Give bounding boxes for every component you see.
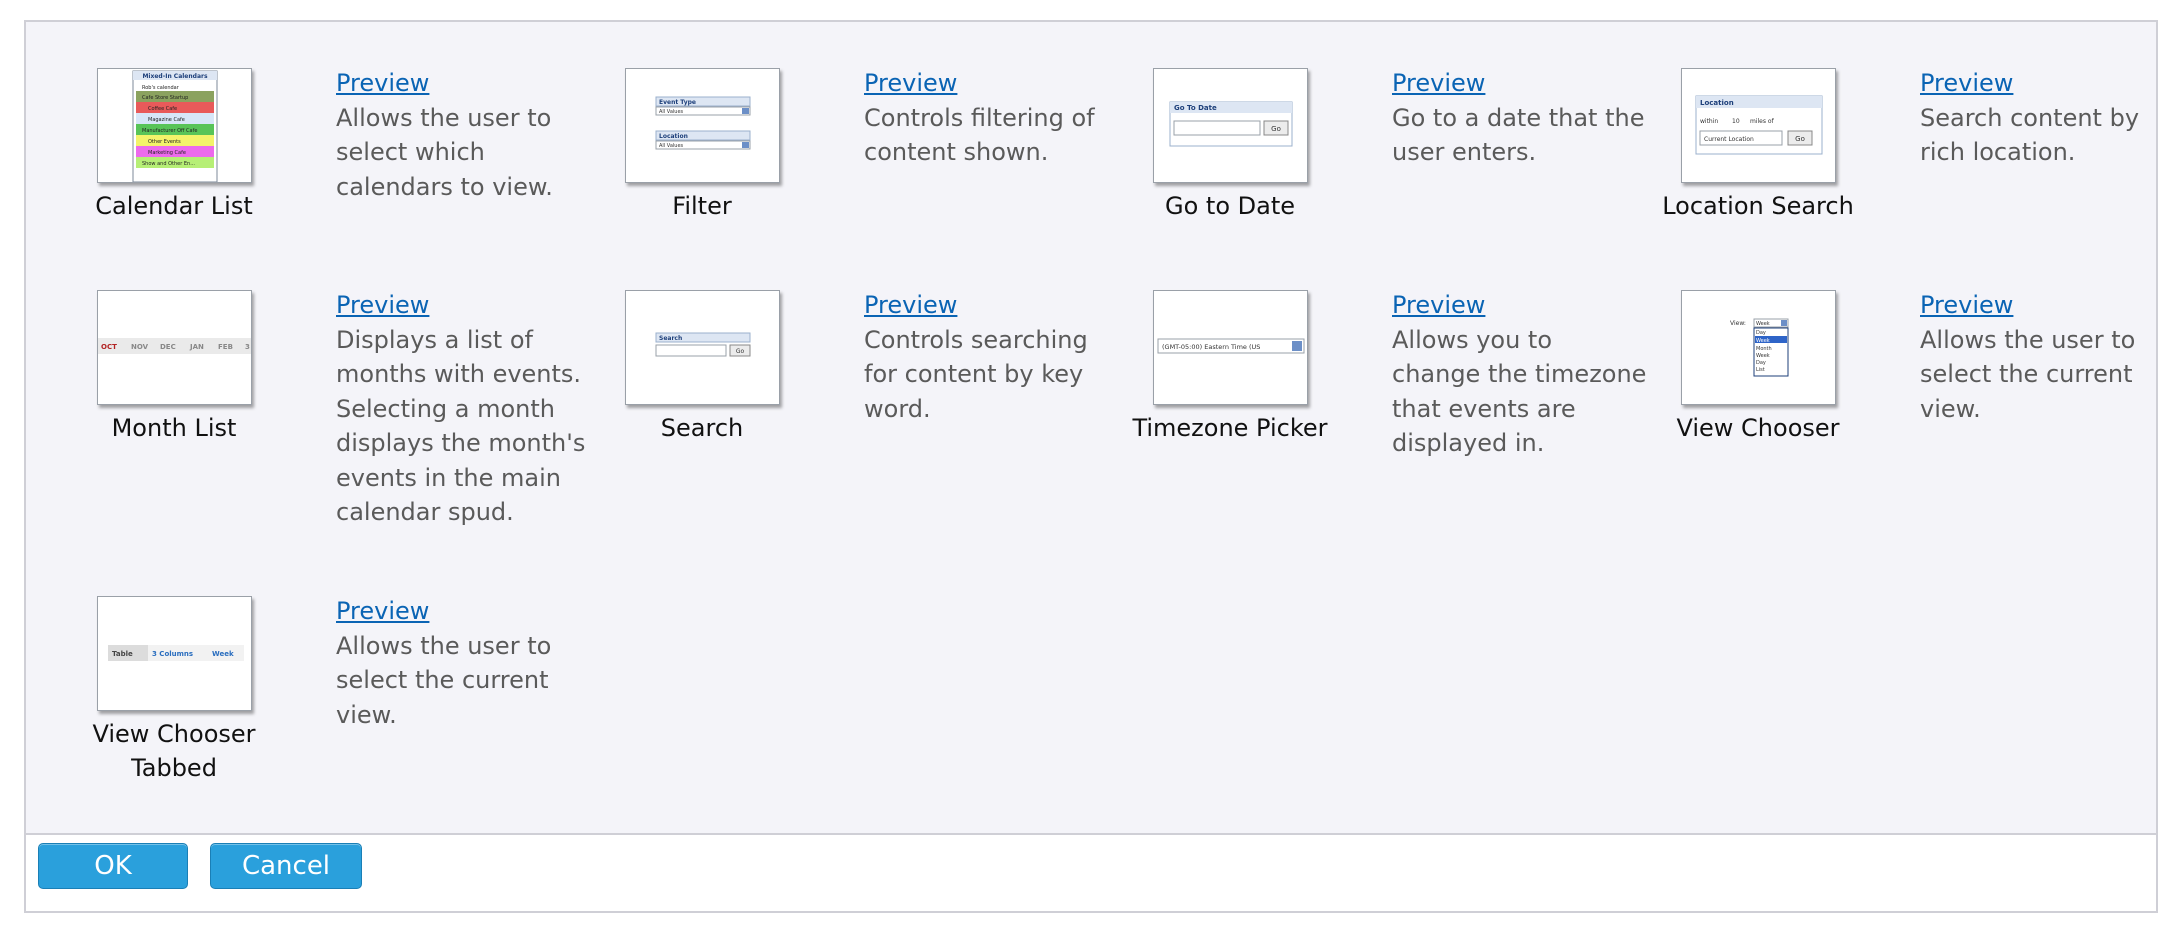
month-label: 3 (245, 343, 250, 351)
view-chooser-tabbed-thumbnail[interactable]: Table 3 Columns Week (96, 596, 252, 711)
ok-button[interactable]: OK (38, 843, 188, 889)
calendar-list-preview-image: Mixed-In Calendars Rob's calendar Cafe S… (132, 70, 217, 182)
location-search-preview-image: Location within 10 miles of Current Loca… (1695, 95, 1822, 155)
widget-name: Timezone Picker (1132, 414, 1328, 442)
widget-name: Filter (672, 192, 732, 220)
location-thumb-title: Location (1700, 99, 1734, 107)
view-chooser-thumb-selected: Week (1756, 321, 1770, 327)
widget-description: Go to a date that the user enters. (1392, 103, 1645, 167)
widget-grid: Mixed-In Calendars Rob's calendar Cafe S… (26, 22, 2156, 835)
go-to-date-thumbnail[interactable]: Go To Date Go (1152, 68, 1308, 183)
view-option: List (1756, 367, 1765, 373)
go-to-date-preview-image: Go To Date Go (1169, 101, 1292, 147)
widget-name: Location Search (1662, 192, 1854, 220)
preview-link[interactable]: Preview (864, 288, 1119, 323)
preview-link[interactable]: Preview (1920, 288, 2175, 323)
view-chooser-tabbed-preview-image: Table 3 Columns Week (107, 645, 244, 661)
view-option: Month (1756, 346, 1772, 352)
widget-timezone-picker: (GMT-05:00) Eastern Time (US Timezone Pi… (1130, 244, 1650, 534)
view-option: Week (1756, 353, 1770, 359)
widget-description: Displays a list of months with events. S… (336, 325, 586, 527)
view-option: Week (1756, 338, 1770, 344)
cancel-button[interactable]: Cancel (210, 843, 362, 889)
preview-link[interactable]: Preview (336, 288, 591, 323)
filter-preview-image: Event Type All Values Location All Value… (655, 96, 750, 150)
month-label: OCT (101, 343, 117, 351)
calendar-row: Other Events (148, 139, 181, 145)
widget-description: Controls filtering of content shown. (864, 103, 1095, 167)
calendar-row: Coffee Cafe (148, 106, 177, 112)
month-label: JAN (189, 343, 204, 351)
widget-search: Search Go Search Preview Controls search… (602, 244, 1122, 534)
widget-name: Month List (111, 414, 237, 442)
go-to-date-thumb-title: Go To Date (1174, 104, 1217, 112)
widget-description: Search content by rich location. (1920, 103, 2140, 167)
timezone-thumb-value: (GMT-05:00) Eastern Time (US (1162, 343, 1260, 351)
calendar-row: Rob's calendar (142, 85, 180, 91)
timezone-picker-preview-image: (GMT-05:00) Eastern Time (US (1157, 338, 1304, 354)
search-thumb-button: Go (735, 348, 744, 355)
widget-name: View Chooser (1676, 414, 1840, 442)
calendar-row: Magazine Cafe (148, 117, 185, 123)
preview-link[interactable]: Preview (1392, 288, 1647, 323)
widget-view-chooser: View: Week Day Week Month Week Day List (1658, 244, 2178, 534)
location-thumb-within: within (1700, 118, 1718, 125)
widget-description: Allows you to change the timezone that e… (1392, 325, 1647, 458)
calendar-row: Cafe Store Startup (142, 95, 188, 101)
widget-name: Go to Date (1165, 192, 1295, 220)
filter-value-event-type: All Values (659, 109, 684, 115)
location-search-thumbnail[interactable]: Location within 10 miles of Current Loca… (1680, 68, 1836, 183)
widget-month-list: OCT NOV DEC JAN FEB 3 Month List Preview… (74, 244, 594, 534)
month-label: FEB (218, 343, 233, 351)
widget-description: Allows the user to select the current vi… (336, 631, 552, 729)
month-label: NOV (131, 343, 149, 351)
widget-name: Search (660, 414, 744, 442)
widget-name: Calendar List (95, 192, 253, 220)
tab-label: 3 Columns (152, 650, 193, 658)
calendar-row: Show and Other En... (142, 161, 195, 167)
go-to-date-thumb-button: Go (1271, 125, 1281, 133)
filter-thumbnail[interactable]: Event Type All Values Location All Value… (624, 68, 780, 183)
widget-description: Allows the user to select which calendar… (336, 103, 553, 201)
month-label: DEC (160, 343, 176, 351)
view-chooser-thumb-label: View: (1730, 320, 1746, 327)
widget-name: View Chooser Tabbed (92, 720, 256, 782)
calendar-list-thumbnail[interactable]: Mixed-In Calendars Rob's calendar Cafe S… (96, 68, 252, 183)
search-thumb-title: Search (659, 335, 682, 342)
preview-link[interactable]: Preview (1920, 66, 2175, 101)
calendar-list-thumb-title: Mixed-In Calendars (142, 73, 207, 80)
widget-description: Allows the user to select the current vi… (1920, 325, 2136, 423)
month-list-thumbnail[interactable]: OCT NOV DEC JAN FEB 3 (96, 290, 252, 405)
tab-label: Week (212, 650, 234, 658)
search-preview-image: Search Go (655, 332, 750, 357)
calendar-row: Manufacturer Off Cafe (142, 128, 197, 134)
location-thumb-button: Go (1795, 135, 1805, 143)
preview-link[interactable]: Preview (864, 66, 1119, 101)
widget-description: Controls searching for content by key wo… (864, 325, 1088, 423)
location-thumb-current: Current Location (1704, 136, 1754, 143)
calendar-row: Marketing Cafe (148, 150, 186, 156)
search-thumbnail[interactable]: Search Go (624, 290, 780, 405)
view-option: Day (1756, 330, 1766, 336)
widget-chooser-dialog: Mixed-In Calendars Rob's calendar Cafe S… (24, 20, 2158, 913)
location-thumb-miles-of: miles of (1750, 118, 1775, 125)
tab-label: Table (112, 650, 133, 658)
location-thumb-miles: 10 (1732, 118, 1740, 125)
view-option: Day (1756, 360, 1766, 366)
month-list-preview-image: OCT NOV DEC JAN FEB 3 (97, 338, 251, 354)
view-chooser-thumbnail[interactable]: View: Week Day Week Month Week Day List (1680, 290, 1836, 405)
filter-label-location: Location (659, 133, 688, 140)
preview-link[interactable]: Preview (1392, 66, 1647, 101)
widget-view-chooser-tabbed: Table 3 Columns Week View Chooser Tabbed… (74, 550, 594, 840)
filter-value-location: All Values (659, 143, 684, 149)
filter-label-event-type: Event Type (659, 99, 696, 106)
preview-link[interactable]: Preview (336, 66, 591, 101)
view-chooser-preview-image: View: Week Day Week Month Week Day List (1730, 318, 1788, 377)
timezone-picker-thumbnail[interactable]: (GMT-05:00) Eastern Time (US (1152, 290, 1308, 405)
preview-link[interactable]: Preview (336, 594, 591, 629)
